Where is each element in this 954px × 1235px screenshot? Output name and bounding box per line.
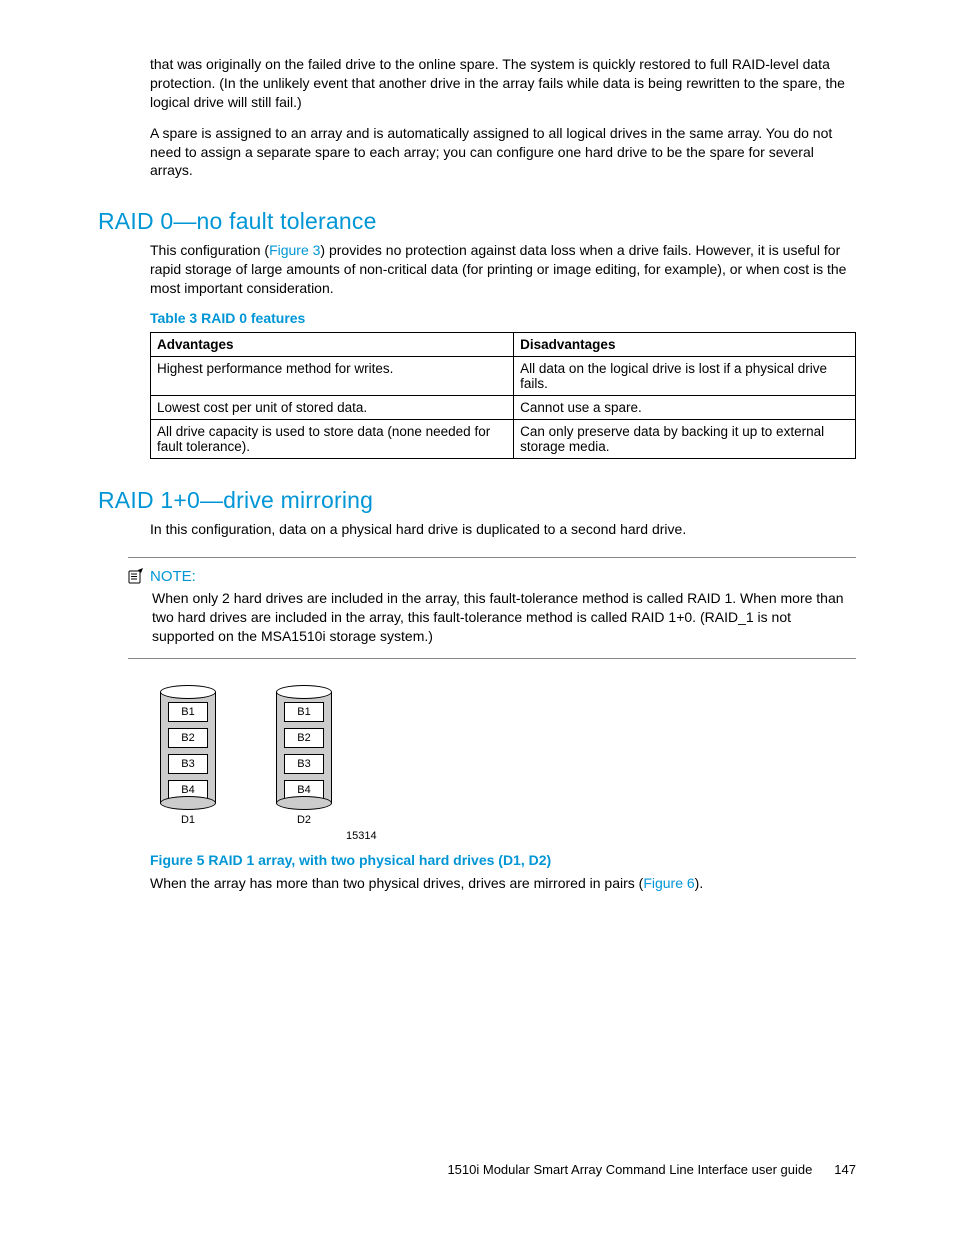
text: When the array has more than two physica… [150,875,643,891]
table-row: Lowest cost per unit of stored data. Can… [151,396,856,420]
text: ). [695,875,704,891]
table-3-caption: Table 3 RAID 0 features [150,310,856,326]
figure-5: B1 B2 B3 B4 D1 B1 B2 B3 B4 D2 15314 Figu… [150,685,856,893]
figure-6-link[interactable]: Figure 6 [643,875,694,891]
cell-advantage: Lowest cost per unit of stored data. [151,396,514,420]
page-footer: 1510i Modular Smart Array Command Line I… [447,1162,856,1177]
figure-5-caption: Figure 5 RAID 1 array, with two physical… [150,852,856,868]
cylinder-top [276,685,332,699]
intro-paragraph-2: A spare is assigned to an array and is a… [150,124,856,181]
raid10-after-figure: When the array has more than two physica… [150,874,856,893]
text: This configuration ( [150,242,269,258]
drive-d2: B1 B2 B3 B4 D2 [276,685,332,826]
cell-advantage: All drive capacity is used to store data… [151,420,514,459]
block: B1 [284,702,324,722]
note-label: NOTE: [150,568,196,585]
table-row: All drive capacity is used to store data… [151,420,856,459]
cell-advantage: Highest performance method for writes. [151,357,514,396]
th-advantages: Advantages [151,333,514,357]
cell-disadvantage: All data on the logical drive is lost if… [514,357,856,396]
figure-3-link[interactable]: Figure 3 [269,242,320,258]
footer-title: 1510i Modular Smart Array Command Line I… [447,1162,812,1177]
table-row: Highest performance method for writes. A… [151,357,856,396]
drive-d1: B1 B2 B3 B4 D1 [160,685,216,826]
block: B2 [168,728,208,748]
block: B3 [284,754,324,774]
drive-label: D2 [297,814,311,826]
note-block: NOTE: When only 2 hard drives are includ… [128,557,856,659]
note-body: When only 2 hard drives are included in … [152,589,856,646]
raid0-description: This configuration (Figure 3) provides n… [150,241,856,298]
block: B3 [168,754,208,774]
cylinder-bottom [276,796,332,810]
cell-disadvantage: Cannot use a spare. [514,396,856,420]
figure-number: 15314 [346,830,856,842]
block: B2 [284,728,324,748]
cylinder-top [160,685,216,699]
heading-raid10: RAID 1+0—drive mirroring [98,487,856,514]
cylinder-bottom [160,796,216,810]
raid10-description: In this configuration, data on a physica… [150,520,856,539]
page-number: 147 [816,1162,856,1177]
th-disadvantages: Disadvantages [514,333,856,357]
table-header-row: Advantages Disadvantages [151,333,856,357]
cell-disadvantage: Can only preserve data by backing it up … [514,420,856,459]
drive-label: D1 [181,814,195,826]
block: B1 [168,702,208,722]
raid0-features-table: Advantages Disadvantages Highest perform… [150,332,856,459]
intro-paragraph-1: that was originally on the failed drive … [150,55,856,112]
heading-raid0: RAID 0—no fault tolerance [98,208,856,235]
note-icon [128,568,144,584]
